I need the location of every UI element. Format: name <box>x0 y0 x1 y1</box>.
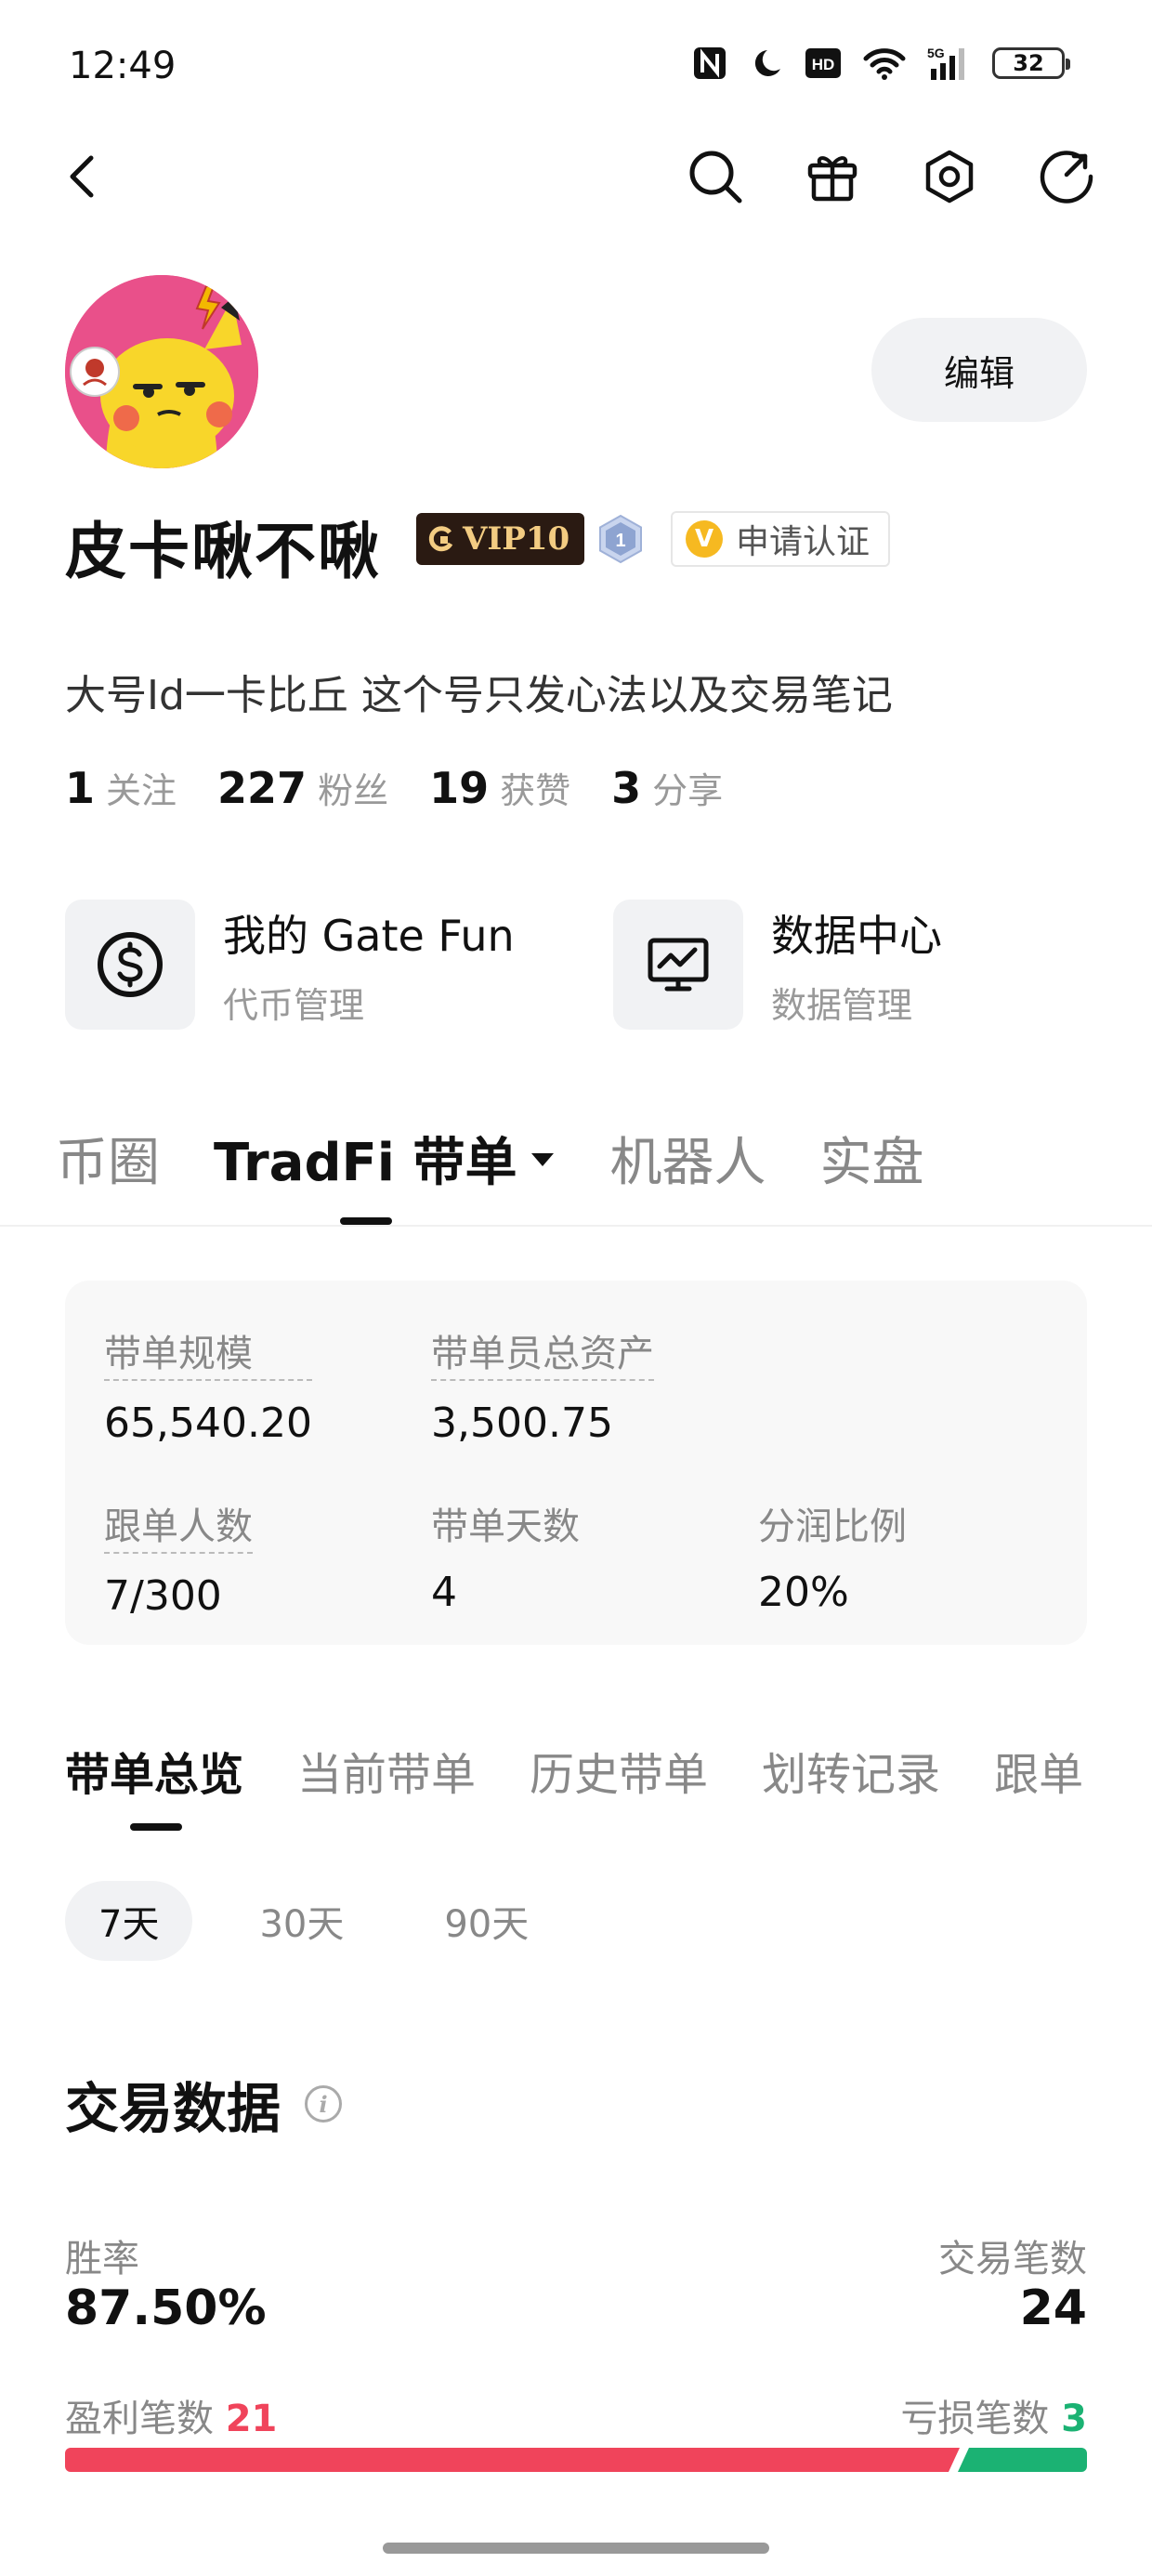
gift-icon[interactable] <box>803 147 862 206</box>
tab-current[interactable]: 当前带单 <box>297 1738 476 1803</box>
shortcut-gate-fun[interactable]: 我的 Gate Fun 代币管理 <box>65 900 515 1030</box>
profile-stats: 1 关注 227 粉丝 19 获赞 3 分享 <box>65 762 723 813</box>
dollar-icon <box>65 900 195 1030</box>
trade-count-value: 24 <box>1019 2280 1087 2336</box>
svg-text:HD: HD <box>812 56 835 73</box>
stat-followers-count: 跟单人数 7/300 <box>104 1496 253 1620</box>
stat-label: 带单天数 <box>431 1505 580 1548</box>
stat-likes[interactable]: 19 获赞 <box>429 762 570 813</box>
tab-indicator <box>340 1217 392 1225</box>
profit-loss-bar <box>65 2448 1087 2472</box>
vip-label: VIP10 <box>463 520 570 558</box>
main-tabs: 币圈 TradFi 带单 机器人 实盘 <box>56 1121 923 1196</box>
info-icon[interactable]: i <box>305 2085 343 2123</box>
trade-data-title: 交易数据 i <box>65 2065 343 2143</box>
stat-scale: 带单规模 65,540.20 <box>104 1323 312 1447</box>
sub-tab-indicator <box>130 1823 182 1831</box>
stat-following[interactable]: 1 关注 <box>65 762 177 813</box>
tab-overview[interactable]: 带单总览 <box>65 1738 243 1803</box>
tab-bots[interactable]: 机器人 <box>609 1121 766 1196</box>
period-90d[interactable]: 90天 <box>411 1881 562 1961</box>
loss-segment <box>958 2448 1087 2472</box>
period-30d[interactable]: 30天 <box>226 1881 377 1961</box>
stat-label[interactable]: 带单规模 <box>104 1323 312 1381</box>
shortcut-title: 我的 Gate Fun <box>223 910 515 961</box>
status-icons: HD 5G 32 <box>691 45 1070 82</box>
back-icon[interactable] <box>52 147 111 206</box>
win-rate-value: 87.50% <box>65 2280 267 2336</box>
home-indicator <box>383 2543 769 2554</box>
shortcut-data-center[interactable]: 数据中心 数据管理 <box>613 900 942 1030</box>
tab-tradfi[interactable]: TradFi 带单 <box>214 1121 556 1196</box>
caret-down-icon <box>531 1152 555 1166</box>
stat-value: 65,540.20 <box>104 1400 312 1447</box>
vip-logo-icon <box>428 526 453 552</box>
wifi-icon <box>863 48 906 80</box>
level-badge[interactable]: 1 <box>595 513 647 565</box>
stat-value: 4 <box>431 1569 457 1616</box>
stat-value: 20% <box>758 1569 849 1616</box>
vip-badge[interactable]: VIP10 <box>416 513 585 565</box>
profile-name: 皮卡啾不啾 <box>65 516 381 587</box>
share-icon[interactable] <box>1037 147 1096 206</box>
signal-icon: 5G <box>927 46 964 80</box>
period-selector: 7天 30天 90天 <box>65 1881 562 1961</box>
battery-icon: 32 <box>992 47 1070 79</box>
period-7d[interactable]: 7天 <box>65 1881 193 1961</box>
stat-total-assets: 带单员总资产 3,500.75 <box>431 1323 654 1447</box>
chart-monitor-icon <box>613 900 743 1030</box>
settings-icon[interactable] <box>920 147 979 206</box>
stat-profit-share: 分润比例 20% <box>758 1496 907 1616</box>
shortcut-title: 数据中心 <box>771 910 942 961</box>
tab-transfers[interactable]: 划转记录 <box>762 1738 940 1803</box>
tab-history[interactable]: 历史带单 <box>530 1738 708 1803</box>
tab-coin-circle[interactable]: 币圈 <box>56 1121 160 1196</box>
profit-count: 21 <box>225 2398 278 2440</box>
verify-v-icon: V <box>686 520 723 558</box>
verify-label: 申请认证 <box>736 523 871 561</box>
stat-shares[interactable]: 3 分享 <box>611 762 723 813</box>
avatar[interactable] <box>65 275 258 468</box>
hd-icon: HD <box>805 48 841 78</box>
tab-live[interactable]: 实盘 <box>819 1121 923 1196</box>
divider <box>0 1225 1152 1227</box>
shortcut-subtitle: 数据管理 <box>771 984 913 1026</box>
win-rate-label: 胜率 <box>65 2238 139 2280</box>
moon-icon <box>754 50 780 76</box>
edit-button[interactable]: 编辑 <box>871 318 1087 422</box>
sub-tabs: 带单总览 当前带单 历史带单 划转记录 跟单 <box>65 1738 1083 1803</box>
loss-trades: 亏损笔数 3 <box>900 2388 1087 2442</box>
shortcut-subtitle: 代币管理 <box>223 984 365 1026</box>
stat-value: 3,500.75 <box>431 1400 613 1447</box>
stat-label[interactable]: 跟单人数 <box>104 1496 253 1554</box>
profit-label: 盈利笔数 <box>65 2398 214 2440</box>
stat-value: 7/300 <box>104 1572 222 1620</box>
profit-trades: 盈利笔数 21 <box>65 2388 277 2442</box>
stat-followers[interactable]: 227 粉丝 <box>217 762 388 813</box>
stat-label: 分润比例 <box>758 1505 907 1548</box>
trade-count-label: 交易笔数 <box>938 2238 1087 2280</box>
loss-count: 3 <box>1061 2398 1087 2440</box>
status-time: 12:49 <box>69 45 177 87</box>
stat-days: 带单天数 4 <box>431 1496 580 1616</box>
svg-text:5G: 5G <box>927 46 945 60</box>
loss-label: 亏损笔数 <box>900 2398 1050 2440</box>
stat-label[interactable]: 带单员总资产 <box>431 1323 654 1381</box>
profit-segment <box>65 2448 960 2472</box>
copy-stats-card: 带单规模 65,540.20 带单员总资产 3,500.75 跟单人数 7/30… <box>65 1281 1087 1645</box>
search-icon[interactable] <box>686 147 745 206</box>
profile-bio: 大号Id一卡比丘 这个号只发心法以及交易笔记 <box>65 672 893 719</box>
verify-badge[interactable]: V 申请认证 <box>671 511 891 567</box>
nfc-icon <box>694 47 726 79</box>
tab-copy[interactable]: 跟单 <box>994 1738 1083 1803</box>
level-number: 1 <box>615 531 625 551</box>
